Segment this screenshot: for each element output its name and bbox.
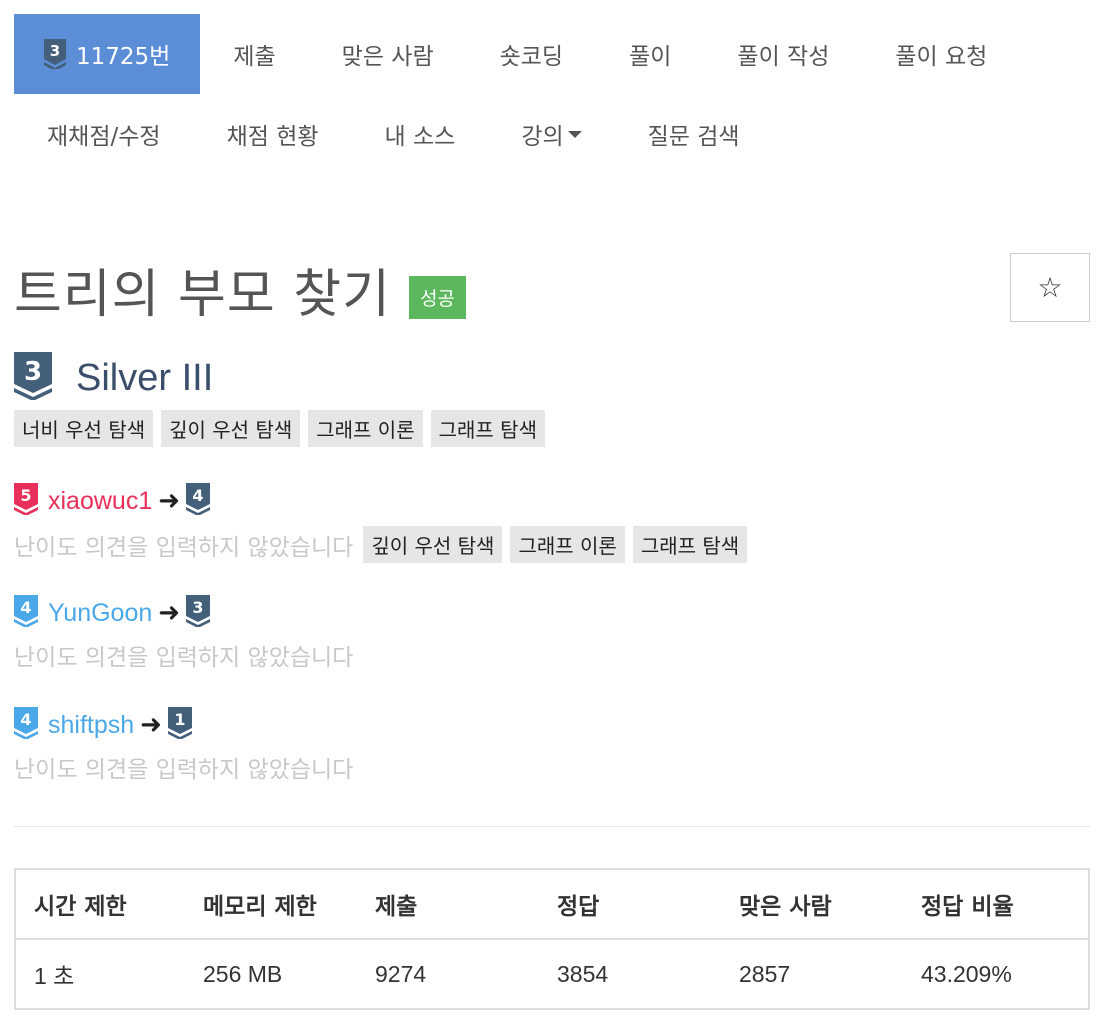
problem-info-table: 시간 제한 메모리 제한 제출 정답 맞은 사람 정답 비율 1 초 256 M… — [14, 868, 1090, 1010]
tag[interactable]: 깊이 우선 탐색 — [363, 526, 503, 563]
favorite-star-button[interactable]: ☆ — [1010, 253, 1090, 322]
arrow-right-icon: ➜ — [158, 486, 181, 516]
submissions-value: 9274 — [375, 960, 427, 987]
memory-limit-value: 256 MB — [203, 960, 283, 987]
star-icon: ☆ — [1037, 271, 1063, 304]
tab-rejudge[interactable]: 재채점/수정 — [14, 94, 194, 174]
silver-tier-icon: 1 — [167, 707, 192, 743]
result-badge: 성공 — [408, 276, 466, 319]
problem-tier: 3 Silver III — [14, 352, 213, 404]
problem-title: 트리의 부모 찾기 — [14, 265, 391, 325]
opinion-tags: 깊이 우선 탐색 그래프 이론 그래프 탐색 — [363, 526, 748, 563]
tag[interactable]: 그래프 탐색 — [430, 410, 545, 447]
problem-header: 트리의 부모 찾기 성공 — [14, 252, 466, 327]
tab-lectures-label: 강의 — [521, 124, 564, 150]
tab-my-source[interactable]: 내 소스 — [352, 94, 489, 174]
arrow-right-icon: ➜ — [158, 598, 181, 628]
silver-tier-icon: 4 — [14, 595, 38, 631]
nav-row-1: 3 11725번 제출 맞은 사람 숏코딩 풀이 풀이 작성 풀이 요청 — [14, 14, 1090, 94]
silver-tier-icon: 3 — [44, 39, 66, 69]
header-accept-ratio: 정답 비율 — [903, 869, 1089, 940]
solved-users-value: 2857 — [739, 960, 791, 987]
difficulty-opinion: 4 shiftpsh ➜ 1 난이도 의견을 입력하지 않았습니다 — [14, 707, 363, 784]
tab-solutions[interactable]: 풀이 — [596, 14, 704, 94]
bronze-tier-icon: 4 — [186, 483, 211, 519]
svg-text:4: 4 — [192, 486, 203, 505]
silver-tier-icon: 4 — [14, 707, 38, 743]
tag[interactable]: 깊이 우선 탐색 — [161, 410, 301, 447]
svg-text:1: 1 — [174, 710, 185, 729]
svg-text:4: 4 — [20, 598, 31, 617]
divider — [14, 826, 1090, 827]
opinion-header: 4 YunGoon ➜ 3 — [14, 595, 363, 631]
tab-request-solution[interactable]: 풀이 요청 — [862, 14, 1020, 94]
opinion-user-link[interactable]: xiaowuc1 — [48, 487, 152, 516]
silver-tier-icon: 3 — [14, 352, 52, 404]
accepted-value: 3854 — [557, 960, 609, 987]
opinion-body: 난이도 의견을 입력하지 않았습니다 — [14, 638, 363, 672]
opinion-text: 난이도 의견을 입력하지 않았습니다 — [14, 757, 354, 783]
opinion-body: 난이도 의견을 입력하지 않았습니다 깊이 우선 탐색 그래프 이론 그래프 탐… — [14, 526, 748, 563]
opinion-body: 난이도 의견을 입력하지 않았습니다 — [14, 750, 363, 784]
opinion-header: 5 xiaowuc1 ➜ 4 — [14, 483, 747, 519]
tab-submit[interactable]: 제출 — [200, 14, 308, 94]
header-accepted: 정답 — [539, 869, 721, 940]
accept-ratio-value: 43.209% — [921, 960, 1012, 987]
svg-text:5: 5 — [20, 486, 31, 505]
svg-text:3: 3 — [50, 42, 60, 60]
svg-text:4: 4 — [20, 710, 31, 729]
tab-question-search[interactable]: 질문 검색 — [615, 94, 773, 174]
tab-status[interactable]: 채점 현황 — [194, 94, 352, 174]
arrow-right-icon: ➜ — [140, 710, 162, 740]
header-time-limit: 시간 제한 — [15, 869, 185, 940]
opinion-text: 난이도 의견을 입력하지 않았습니다 — [14, 645, 354, 671]
bronze-tier-icon: 5 — [14, 483, 38, 519]
difficulty-opinion: 4 YunGoon ➜ 3 난이도 의견을 입력하지 않았습니다 — [14, 595, 363, 672]
tab-problem-number[interactable]: 3 11725번 — [14, 14, 201, 94]
svg-text:3: 3 — [24, 357, 42, 387]
tag[interactable]: 그래프 이론 — [308, 410, 423, 447]
table-row: 1 초 256 MB 9274 3854 2857 43.209% — [15, 939, 1089, 1009]
table-header-row: 시간 제한 메모리 제한 제출 정답 맞은 사람 정답 비율 — [15, 869, 1089, 940]
opinion-text: 난이도 의견을 입력하지 않았습니다 — [14, 534, 354, 561]
header-submissions: 제출 — [357, 869, 539, 940]
problem-nav: 3 11725번 제출 맞은 사람 숏코딩 풀이 풀이 작성 풀이 요청 재채점… — [14, 14, 1090, 174]
tag[interactable]: 너비 우선 탐색 — [14, 410, 154, 447]
header-solved-users: 맞은 사람 — [721, 869, 903, 940]
tab-short-coding[interactable]: 숏코딩 — [467, 14, 596, 94]
svg-text:3: 3 — [192, 598, 203, 617]
opinion-user-link[interactable]: shiftpsh — [48, 711, 134, 740]
silver-tier-icon: 3 — [186, 595, 211, 631]
tag[interactable]: 그래프 탐색 — [632, 526, 748, 563]
opinion-header: 4 shiftpsh ➜ 1 — [14, 707, 363, 743]
tab-accepted-users[interactable]: 맞은 사람 — [309, 14, 467, 94]
nav-row-2: 재채점/수정 채점 현황 내 소스 강의 질문 검색 — [14, 94, 1090, 174]
time-limit-value: 1 초 — [34, 963, 75, 989]
tab-problem-number-label: 11725번 — [76, 44, 171, 70]
algorithm-tags: 너비 우선 탐색 깊이 우선 탐색 그래프 이론 그래프 탐색 — [14, 410, 545, 447]
opinion-user-link[interactable]: YunGoon — [48, 599, 152, 628]
tab-write-solution[interactable]: 풀이 작성 — [704, 14, 862, 94]
tier-name: Silver III — [76, 356, 214, 399]
tab-lectures[interactable]: 강의 — [488, 94, 614, 174]
tag[interactable]: 그래프 이론 — [510, 526, 625, 563]
difficulty-opinion: 5 xiaowuc1 ➜ 4 난이도 의견을 입력하지 않았습니다 깊이 우선 … — [14, 483, 748, 563]
caret-down-icon — [567, 130, 582, 138]
header-memory-limit: 메모리 제한 — [185, 869, 357, 940]
